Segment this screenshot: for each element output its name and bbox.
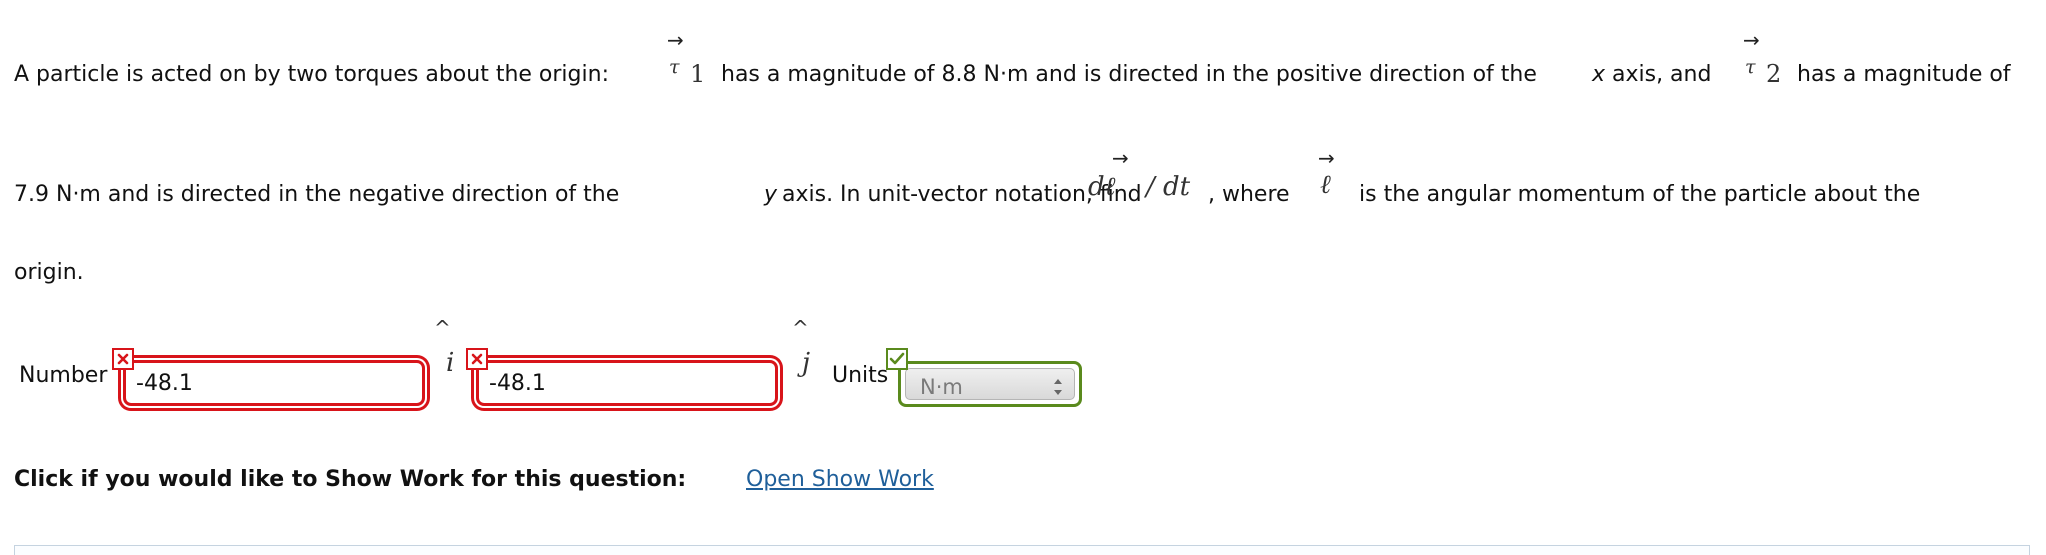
incorrect-x-icon <box>112 348 134 370</box>
x-mark-icon <box>117 353 129 365</box>
x-axis-variable: x <box>1592 62 1606 87</box>
j-component-input[interactable]: -48.1 <box>476 360 778 406</box>
question-text-line2d: is the angular momentum of the particle … <box>1359 182 1921 207</box>
dl-vector-arrow: → <box>1112 146 1129 170</box>
number-label: Number <box>19 363 108 388</box>
tau2-subscript: 2 <box>1766 60 1782 88</box>
question-text-line1c: axis, and <box>1612 62 1712 87</box>
tau1-subscript: 1 <box>690 60 706 88</box>
tau1-symbol: τ <box>669 56 680 78</box>
check-mark-icon <box>889 352 905 365</box>
x-mark-icon <box>471 353 483 365</box>
question-page: A particle is acted on by two torques ab… <box>0 0 2046 555</box>
units-select-control[interactable]: N·m <box>905 368 1075 400</box>
i-component-value[interactable]: -48.1 <box>136 371 193 396</box>
j-unit-vector: j <box>802 348 811 378</box>
tau2-symbol: τ <box>1745 56 1756 78</box>
tau2-vector-arrow: → <box>1743 28 1760 52</box>
dt-denominator: / dt <box>1146 172 1191 202</box>
dl-numerator: dℓ <box>1088 172 1116 202</box>
incorrect-x-icon <box>466 348 488 370</box>
i-hat-caret: ^ <box>434 316 451 340</box>
y-axis-variable: y <box>764 182 778 207</box>
open-show-work-link[interactable]: Open Show Work <box>746 467 934 492</box>
show-work-panel <box>14 545 2030 555</box>
j-hat-caret: ^ <box>792 316 809 340</box>
units-selected-value: N·m <box>920 375 963 399</box>
ell-symbol: ℓ <box>1320 170 1331 200</box>
question-text-line2a: 7.9 N·m and is directed in the negative … <box>14 182 620 207</box>
units-select[interactable]: N·m <box>898 361 1082 407</box>
select-arrows-icon <box>1054 379 1062 395</box>
i-component-input[interactable]: -48.1 <box>123 360 425 406</box>
tau1-vector-arrow: → <box>667 28 684 52</box>
ell-vector-arrow: → <box>1318 146 1335 170</box>
question-text-line1b: has a magnitude of 8.8 N·m and is direct… <box>721 62 1537 87</box>
units-label: Units <box>832 363 889 388</box>
question-text-line1d: has a magnitude of <box>1797 62 2011 87</box>
correct-check-icon <box>886 348 908 370</box>
question-text-line3: origin. <box>14 260 84 285</box>
show-work-prompt: Click if you would like to Show Work for… <box>14 467 687 492</box>
j-component-value[interactable]: -48.1 <box>489 371 546 396</box>
question-text-line2c: , where <box>1208 182 1290 207</box>
question-text-line1a: A particle is acted on by two torques ab… <box>14 62 609 87</box>
i-unit-vector: i <box>446 348 455 378</box>
